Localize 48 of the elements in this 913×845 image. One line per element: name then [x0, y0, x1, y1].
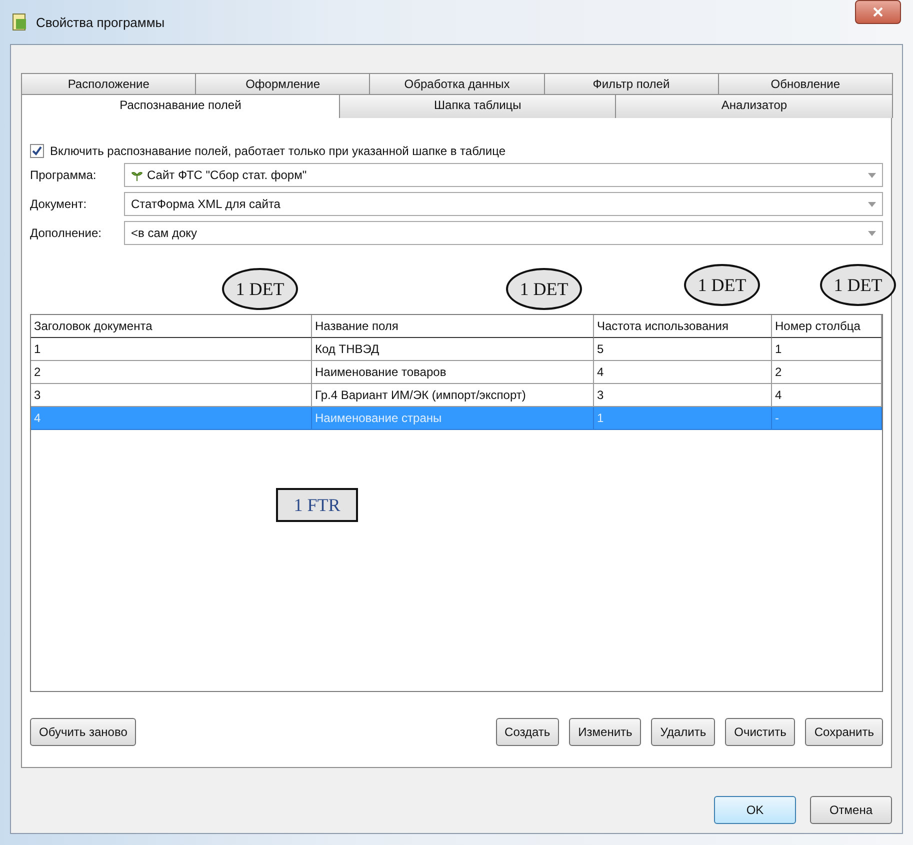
column-header[interactable]: Название поля	[312, 315, 594, 338]
table-cell: 1	[31, 338, 312, 361]
table-cell: -	[772, 407, 882, 430]
action-button[interactable]: Создать	[496, 718, 560, 746]
table-cell: 2	[772, 361, 882, 384]
table-cell: 1	[594, 407, 772, 430]
tab[interactable]: Обработка данных	[369, 73, 545, 94]
table-cell: 4	[31, 407, 312, 430]
cancel-button[interactable]: Отмена	[810, 796, 892, 824]
table-cell: 1	[772, 338, 882, 361]
column-header[interactable]: Частота использования	[594, 315, 772, 338]
close-icon[interactable]	[855, 0, 901, 24]
caret-icon	[868, 172, 876, 178]
retrain-button[interactable]: Обучить заново	[30, 718, 136, 746]
table-cell: 4	[594, 361, 772, 384]
tab[interactable]: Шапка таблицы	[338, 94, 616, 118]
table-cell: 5	[594, 338, 772, 361]
table-cell: Наименование товаров	[312, 361, 594, 384]
tab[interactable]: Анализатор	[615, 94, 894, 118]
dropdown-field[interactable]: Сайт ФТС "Сбор стат. форм"	[124, 163, 883, 187]
caret-icon	[868, 202, 876, 206]
action-button[interactable]: Очистить	[725, 718, 796, 746]
tab[interactable]: Обновление	[718, 73, 894, 94]
column-header[interactable]: Номер столбца	[772, 315, 882, 338]
dropdown-field[interactable]: СтатФорма XML для сайта	[124, 192, 883, 216]
tab[interactable]: Распознавание полей	[21, 94, 340, 118]
table-cell: Наименование страны	[312, 407, 594, 430]
app-icon	[12, 13, 28, 31]
field-label: Программа:	[30, 168, 98, 182]
window-title: Свойства программы	[36, 14, 165, 30]
ok-button[interactable]: OK	[714, 796, 796, 824]
tab[interactable]: Расположение	[21, 73, 196, 94]
action-button[interactable]: Сохранить	[805, 718, 883, 746]
checkbox[interactable]	[30, 144, 44, 158]
action-button[interactable]: Изменить	[569, 718, 642, 746]
column-header[interactable]: Заголовок документа	[31, 315, 312, 338]
annotation-label: 1 FTR	[276, 488, 358, 522]
field-label: Документ:	[30, 197, 88, 211]
field-label: Дополнение:	[30, 226, 102, 240]
table-cell: Код ТНВЭД	[312, 338, 594, 361]
caret-icon	[868, 230, 876, 236]
action-button[interactable]: Удалить	[651, 718, 716, 746]
dropdown-field[interactable]: <в сам доку	[124, 221, 883, 245]
table-cell: 2	[31, 361, 312, 384]
plant-icon	[131, 169, 143, 181]
checkbox-label: Включить распознавание полей, работает только при указанной шапке в таблице	[50, 144, 506, 158]
tab[interactable]: Оформление	[195, 73, 370, 94]
tab[interactable]: Фильтр полей	[544, 73, 719, 94]
